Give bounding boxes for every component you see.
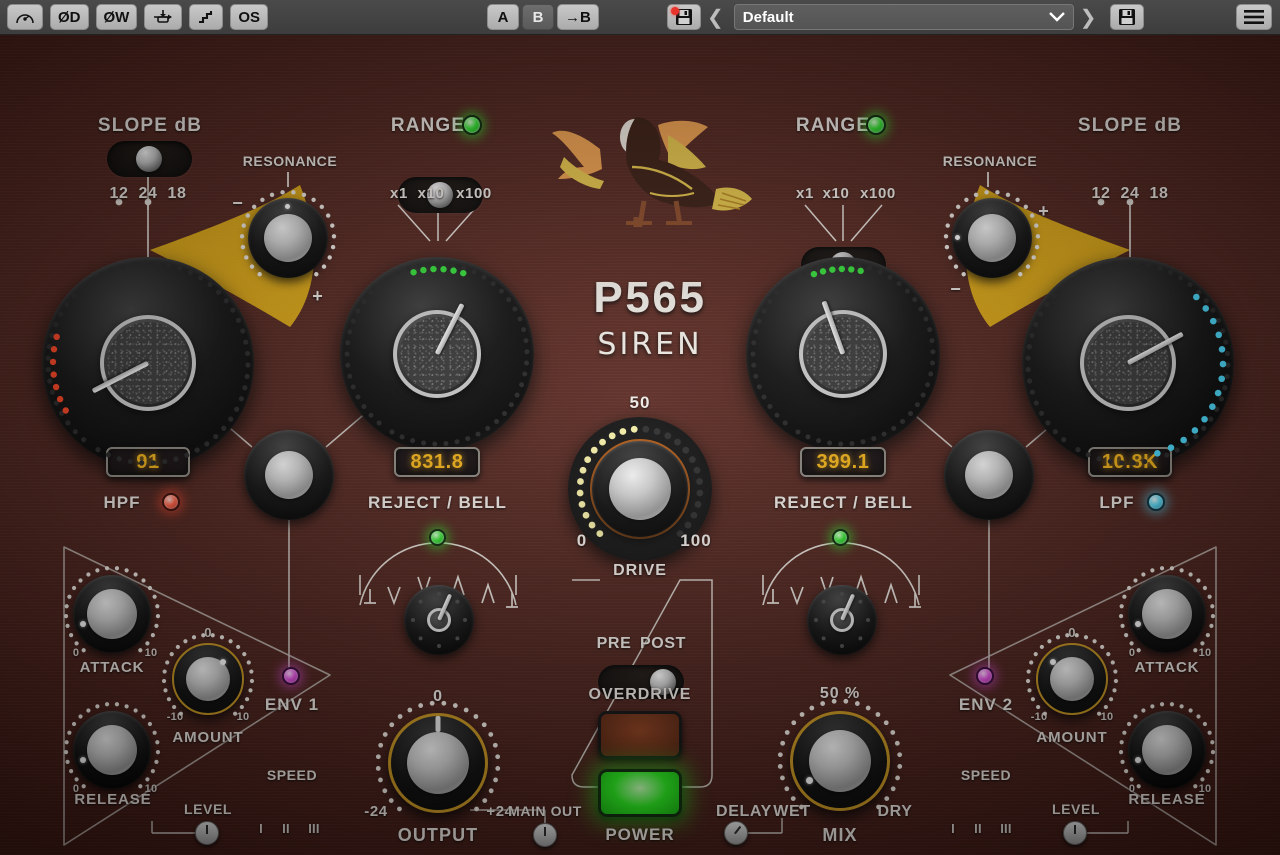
oversampling-label: OS [238,8,261,26]
routing-icon-button[interactable] [144,4,183,30]
save-as-button[interactable] [1109,4,1144,30]
preset-group: ❮ Default ❯ [660,4,1144,30]
copy-to-b-button[interactable]: →B [557,4,599,30]
chevron-down-icon [1048,12,1065,22]
preset-name: Default [742,8,794,26]
preset-a-label: A [497,8,509,26]
plugin-panel: SLOPE dB 12 24 18 RESONANCE − + 91 HPF R… [0,35,1280,855]
step-icon-button[interactable] [189,4,224,30]
preset-b-button[interactable]: B [522,4,554,30]
menu-button[interactable] [1236,4,1272,30]
save-preset-button[interactable] [667,4,701,30]
toolbar: ØD ØW OS A B →B ❮ Default ❯ [0,0,1280,35]
hamburger-icon [1244,10,1264,24]
next-preset-button[interactable]: ❯ [1080,5,1097,30]
preset-dropdown[interactable]: Default [733,4,1074,30]
gauge-icon-button[interactable] [7,4,43,30]
unsaved-indicator-icon [671,7,679,15]
phase-w-button[interactable]: ØW [95,4,138,30]
prev-preset-button[interactable]: ❮ [707,5,724,30]
preset-a-button[interactable]: A [487,4,519,30]
toolbar-left-group: ØD ØW OS [0,4,269,30]
phase-d-button[interactable]: ØD [50,4,89,30]
floppy-save-icon [1118,9,1135,25]
knob-led-rings [45,190,1231,812]
phase-d-label: ØD [58,8,81,26]
oversampling-button[interactable]: OS [230,4,269,30]
copy-to-b-label: →B [565,8,591,26]
preset-b-label: B [532,8,544,26]
phase-w-label: ØW [103,8,130,26]
ab-compare-group: A B →B [484,4,599,30]
